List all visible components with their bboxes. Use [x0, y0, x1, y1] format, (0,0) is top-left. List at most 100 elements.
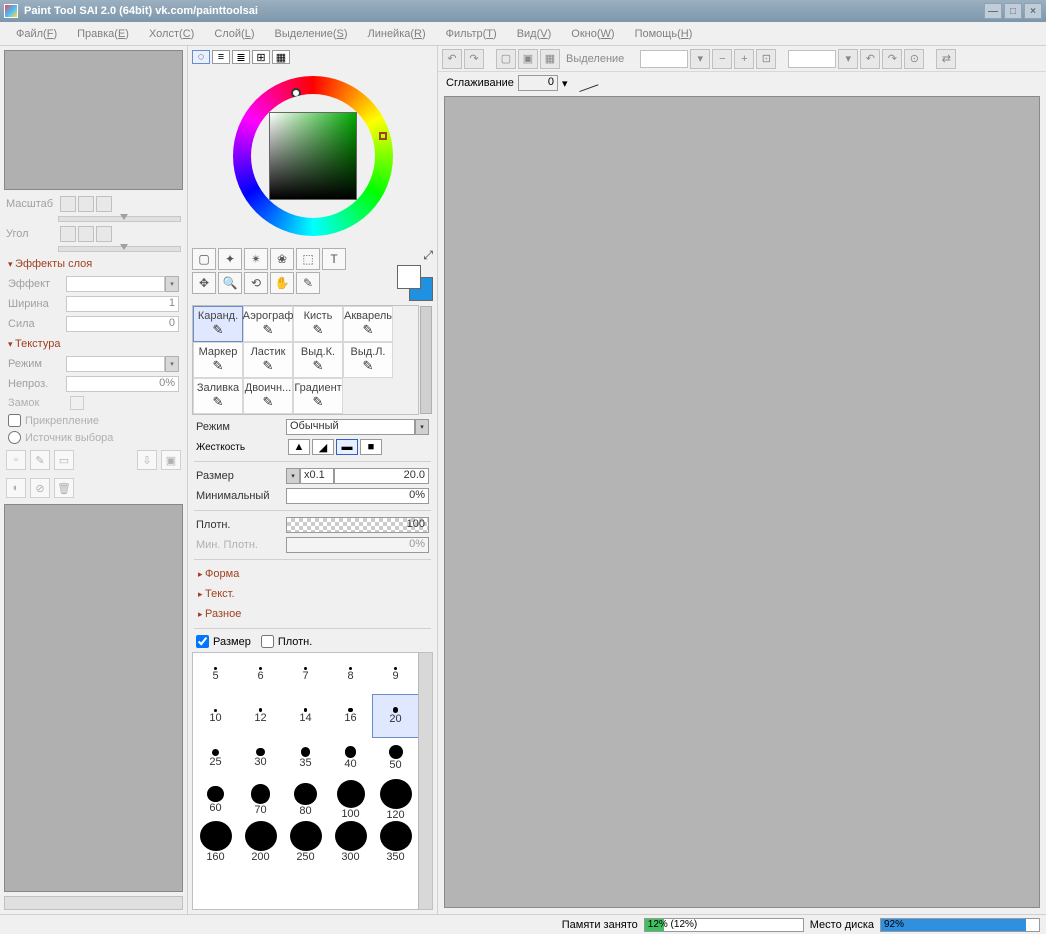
size-cell-10[interactable]: 10 [193, 695, 238, 737]
new-layer-button[interactable]: ▫ [6, 450, 26, 470]
size-cell-70[interactable]: 70 [238, 779, 283, 821]
brush-tool-Акварель[interactable]: Акварель✎ [343, 306, 393, 342]
canvas[interactable] [444, 96, 1040, 908]
hardness-1-button[interactable]: ▲ [288, 439, 310, 455]
tex-mode-select[interactable] [66, 356, 165, 372]
tex-opacity-input[interactable]: 0% [66, 376, 179, 392]
size-cell-12[interactable]: 12 [238, 695, 283, 737]
effect-dropdown-icon[interactable]: ▾ [165, 276, 179, 292]
rotate-cw-button[interactable]: ↷ [882, 49, 902, 69]
scale-slider[interactable] [58, 216, 181, 222]
zoom-out-button[interactable]: − [712, 49, 732, 69]
hue-cursor-secondary[interactable] [379, 132, 387, 140]
color-mode-0[interactable]: ◌ [192, 50, 210, 64]
strength-input[interactable]: 0 [66, 316, 179, 332]
layer-scroll-h[interactable] [4, 896, 183, 910]
menu-правкаe[interactable]: Правка(E) [67, 25, 139, 43]
tool-9[interactable]: ✋ [270, 272, 294, 294]
brush-tool-Кисть[interactable]: Кисть✎ [293, 306, 343, 342]
tool-1[interactable]: ✦ [218, 248, 242, 270]
brush-tool-Маркер[interactable]: Маркер✎ [193, 342, 243, 378]
size-cell-5[interactable]: 5 [193, 653, 238, 695]
brush-tool-Аэрограф[interactable]: Аэрограф✎ [243, 306, 293, 342]
tool-4[interactable]: ⬚ [296, 248, 320, 270]
brush-tool-Градиент[interactable]: Градиент✎ [293, 378, 343, 414]
size-cell-300[interactable]: 300 [328, 821, 373, 863]
close-button[interactable]: × [1024, 3, 1042, 19]
brush-tool-Ластик[interactable]: Ластик✎ [243, 342, 293, 378]
size-cell-60[interactable]: 60 [193, 779, 238, 821]
maximize-button[interactable]: □ [1004, 3, 1022, 19]
mask-button[interactable]: ◐ [6, 478, 26, 498]
size-cell-6[interactable]: 6 [238, 653, 283, 695]
color-mode-4[interactable]: ▦ [272, 50, 290, 64]
size-cell-40[interactable]: 40 [328, 737, 373, 779]
hardness-4-button[interactable]: ■ [360, 439, 382, 455]
brush-tool-Выд.К.[interactable]: Выд.К.✎ [293, 342, 343, 378]
foreground-color-swatch[interactable] [397, 265, 421, 289]
brush-tool-Заливка[interactable]: Заливка✎ [193, 378, 243, 414]
zoom-dropdown[interactable]: ▾ [690, 49, 710, 69]
tool-0[interactable]: ▢ [192, 248, 216, 270]
blend-mode-dropdown-icon[interactable]: ▾ [415, 419, 429, 435]
texture-head[interactable]: Текстура [0, 334, 187, 354]
brush-tool-Каранд.[interactable]: Каранд.✎ [193, 306, 243, 342]
zoom-fit-button[interactable]: ⊡ [756, 49, 776, 69]
new-linework-button[interactable]: ✎ [30, 450, 50, 470]
size-cell-100[interactable]: 100 [328, 779, 373, 821]
zoom-input[interactable] [640, 50, 688, 68]
tex-mode-dropdown-icon[interactable]: ▾ [165, 356, 179, 372]
density-input[interactable]: 100 [286, 517, 429, 533]
deselect-button[interactable]: ▢ [496, 49, 516, 69]
attach-checkbox[interactable] [8, 414, 21, 427]
color-wheel[interactable] [190, 66, 435, 246]
color-mode-2[interactable]: ≣ [232, 50, 250, 64]
size-input[interactable]: 20.0 [334, 468, 429, 484]
color-mode-3[interactable]: ⊞ [252, 50, 270, 64]
size-cell-350[interactable]: 350 [373, 821, 418, 863]
scale-plus-button[interactable] [78, 196, 94, 212]
size-cell-7[interactable]: 7 [283, 653, 328, 695]
size-cell-16[interactable]: 16 [328, 695, 373, 737]
hue-cursor[interactable] [291, 88, 301, 98]
navigator-preview[interactable] [4, 50, 183, 190]
brush-tools-scrollbar[interactable] [420, 306, 432, 414]
min-size-input[interactable]: 0% [286, 488, 429, 504]
menu-холстc[interactable]: Холст(C) [139, 25, 204, 43]
angle-ccw-button[interactable] [60, 226, 76, 242]
menu-файлf[interactable]: Файл(F) [6, 25, 67, 43]
brush-tool-Двоичн...[interactable]: Двоичн...✎ [243, 378, 293, 414]
rotate-reset-button[interactable]: ⊙ [904, 49, 924, 69]
size-cell-8[interactable]: 8 [328, 653, 373, 695]
tool-8[interactable]: ⟲ [244, 272, 268, 294]
rotate-ccw-button[interactable]: ↶ [860, 49, 880, 69]
undo-button[interactable]: ↶ [442, 49, 462, 69]
merge-button[interactable]: ▣ [161, 450, 181, 470]
size-mult[interactable]: x0.1 [300, 468, 334, 484]
rotate-dropdown[interactable]: ▾ [838, 49, 858, 69]
invert-sel-button[interactable]: ▣ [518, 49, 538, 69]
hardness-2-button[interactable]: ◢ [312, 439, 334, 455]
delete-layer-button[interactable]: 🗑 [54, 478, 74, 498]
size-cell-200[interactable]: 200 [238, 821, 283, 863]
size-cell-80[interactable]: 80 [283, 779, 328, 821]
menu-окноw[interactable]: Окно(W) [561, 25, 624, 43]
size-cell-50[interactable]: 50 [373, 737, 418, 779]
size-cell-30[interactable]: 30 [238, 737, 283, 779]
clear-button[interactable]: ⊘ [30, 478, 50, 498]
menu-видv[interactable]: Вид(V) [507, 25, 562, 43]
width-input[interactable]: 1 [66, 296, 179, 312]
tool-5[interactable]: T [322, 248, 346, 270]
redo-button[interactable]: ↷ [464, 49, 484, 69]
tool-10[interactable]: ✎ [296, 272, 320, 294]
minimize-button[interactable]: — [984, 3, 1002, 19]
size-pressure-checkbox[interactable] [196, 635, 209, 648]
tool-2[interactable]: ✴ [244, 248, 268, 270]
tool-6[interactable]: ✥ [192, 272, 216, 294]
transfer-down-button[interactable]: ⇩ [137, 450, 157, 470]
text-head[interactable]: Текст. [190, 584, 435, 604]
color-mode-1[interactable]: ≡ [212, 50, 230, 64]
size-cell-250[interactable]: 250 [283, 821, 328, 863]
size-cell-14[interactable]: 14 [283, 695, 328, 737]
blend-mode-select[interactable]: Обычный [286, 419, 415, 435]
